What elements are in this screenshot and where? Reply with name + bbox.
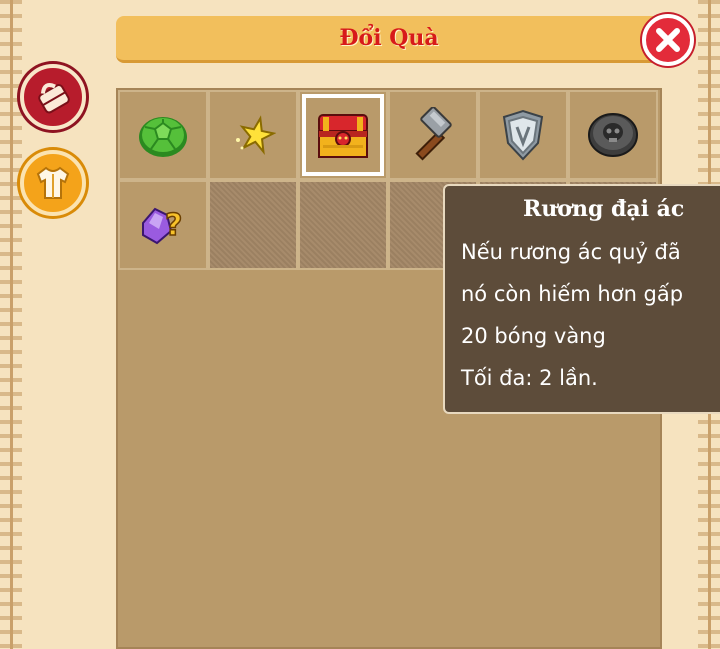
window-title: Đổi Quà bbox=[339, 25, 439, 51]
title-bar: Đổi Quà bbox=[116, 16, 662, 63]
bag-button[interactable] bbox=[20, 64, 86, 130]
star-icon bbox=[236, 115, 276, 155]
inventory-slot-shield[interactable] bbox=[478, 90, 568, 180]
tooltip-line: nó còn hiếm hơn gấp bbox=[461, 282, 684, 306]
shirt-button[interactable] bbox=[20, 150, 86, 216]
tooltip-line: 20 bóng vàng bbox=[461, 324, 606, 348]
skull-coin-icon bbox=[588, 113, 638, 157]
shirt-icon bbox=[36, 166, 70, 199]
svg-text:?: ? bbox=[165, 208, 182, 243]
tooltip-title: Rương đại ác bbox=[523, 196, 685, 222]
tooltip-line: Tối đa: 2 lần. bbox=[461, 366, 598, 390]
item-tooltip: Rương đại ác Nếu rương ác quỷ đã nó còn … bbox=[443, 184, 720, 414]
inventory-slot-empty[interactable] bbox=[298, 180, 388, 270]
inventory-slot-skull-coin[interactable] bbox=[568, 90, 658, 180]
mystery-gem-icon: ? bbox=[142, 207, 183, 245]
hammer-icon bbox=[415, 107, 452, 161]
inventory-slot-star[interactable] bbox=[208, 90, 298, 180]
close-button[interactable] bbox=[642, 14, 694, 66]
bag-icon bbox=[38, 83, 70, 114]
inventory-slot-turtle-shell[interactable] bbox=[118, 90, 208, 180]
inventory-slot-hammer[interactable] bbox=[388, 90, 478, 180]
shield-icon bbox=[502, 109, 544, 161]
inventory-slot-mystery-gem[interactable]: ? bbox=[118, 180, 208, 270]
tooltip-line: Nếu rương ác quỷ đã bbox=[461, 240, 681, 264]
inventory-slot-empty[interactable] bbox=[208, 180, 298, 270]
decorative-border-left bbox=[0, 0, 22, 649]
treasure-chest-icon bbox=[318, 114, 368, 158]
inventory-slot-treasure-chest[interactable] bbox=[298, 90, 388, 180]
turtle-shell-icon bbox=[139, 117, 187, 157]
close-icon bbox=[656, 28, 680, 52]
